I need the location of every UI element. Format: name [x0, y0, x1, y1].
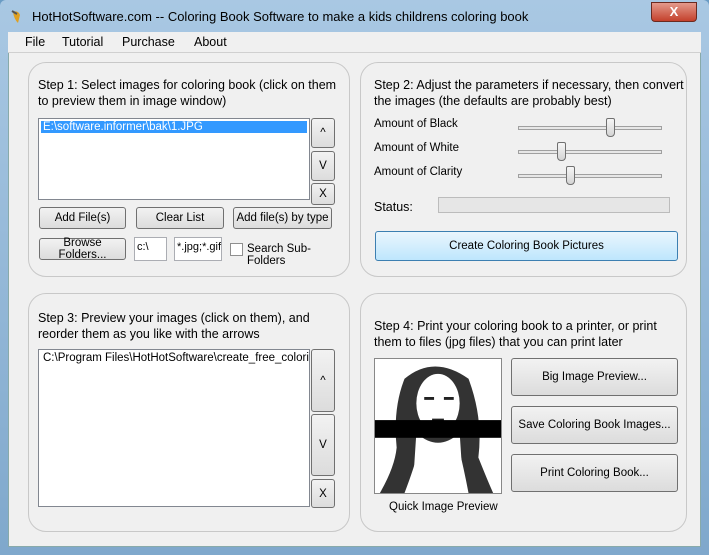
- preview-list[interactable]: C:\Program Files\HotHotSoftware\create_f…: [38, 349, 310, 507]
- app-window: HotHotSoftware.com -- Coloring Book Soft…: [0, 0, 709, 555]
- print-coloring-book-button[interactable]: Print Coloring Book...: [511, 454, 678, 492]
- menu-tutorial[interactable]: Tutorial: [62, 35, 103, 49]
- status-progress-bar: [438, 197, 670, 213]
- move-up-button[interactable]: ^: [311, 118, 335, 148]
- folder-input[interactable]: c:\: [134, 237, 167, 261]
- search-subfolders-label: Search Sub-Folders: [247, 243, 311, 267]
- create-coloring-book-button[interactable]: Create Coloring Book Pictures: [375, 231, 678, 261]
- list-item[interactable]: C:\Program Files\HotHotSoftware\create_f…: [41, 352, 309, 364]
- move-down-button[interactable]: V: [311, 151, 335, 181]
- slider-thumb[interactable]: [556, 142, 566, 161]
- browse-folders-button[interactable]: Browse Folders...: [39, 237, 126, 261]
- list-item[interactable]: E:\software.informer\bak\1.JPG: [41, 121, 307, 133]
- step4-panel: Step 4: Print your coloring book to a pr…: [360, 293, 687, 532]
- menu-bar: File Tutorial Purchase About: [8, 32, 701, 53]
- slider-thumb[interactable]: [606, 118, 616, 137]
- step3-panel: Step 3: Preview your images (click on th…: [28, 293, 350, 532]
- close-button[interactable]: X: [651, 2, 697, 22]
- preview-caption: Quick Image Preview: [389, 501, 498, 513]
- white-slider[interactable]: [518, 142, 662, 161]
- step1-panel: Step 1: Select images for coloring book …: [28, 62, 350, 277]
- menu-file[interactable]: File: [25, 35, 45, 49]
- menu-purchase[interactable]: Purchase: [122, 35, 175, 49]
- clear-list-button[interactable]: Clear List: [136, 207, 224, 229]
- status-label: Status:: [374, 200, 413, 214]
- menu-about[interactable]: About: [194, 35, 227, 49]
- quick-image-preview[interactable]: [374, 358, 502, 494]
- add-by-type-button[interactable]: Add file(s) by type: [233, 207, 332, 229]
- black-label: Amount of Black: [374, 118, 458, 130]
- step1-text: Step 1: Select images for coloring book …: [38, 78, 337, 108]
- image-list[interactable]: E:\software.informer\bak\1.JPG: [38, 118, 310, 200]
- step3-text: Step 3: Preview your images (click on th…: [38, 311, 310, 341]
- black-slider[interactable]: [518, 118, 662, 137]
- move-down-button[interactable]: V: [311, 414, 335, 476]
- remove-button[interactable]: X: [311, 183, 335, 205]
- clarity-label: Amount of Clarity: [374, 166, 463, 178]
- client-area: Step 1: Select images for coloring book …: [8, 53, 701, 547]
- app-logo-icon: [11, 10, 20, 23]
- filter-input[interactable]: *.jpg;*.gif: [174, 237, 222, 261]
- move-up-button[interactable]: ^: [311, 349, 335, 412]
- save-images-button[interactable]: Save Coloring Book Images...: [511, 406, 678, 444]
- search-subfolders-checkbox[interactable]: [230, 243, 243, 256]
- step2-text: Step 2: Adjust the parameters if necessa…: [374, 78, 684, 108]
- remove-button[interactable]: X: [311, 479, 335, 508]
- window-title: HotHotSoftware.com -- Coloring Book Soft…: [32, 9, 529, 24]
- step4-text: Step 4: Print your coloring book to a pr…: [374, 319, 657, 349]
- clarity-slider[interactable]: [518, 166, 662, 185]
- step2-panel: Step 2: Adjust the parameters if necessa…: [360, 62, 687, 277]
- big-image-preview-button[interactable]: Big Image Preview...: [511, 358, 678, 396]
- add-files-button[interactable]: Add File(s): [39, 207, 126, 229]
- slider-thumb[interactable]: [565, 166, 575, 185]
- white-label: Amount of White: [374, 142, 460, 154]
